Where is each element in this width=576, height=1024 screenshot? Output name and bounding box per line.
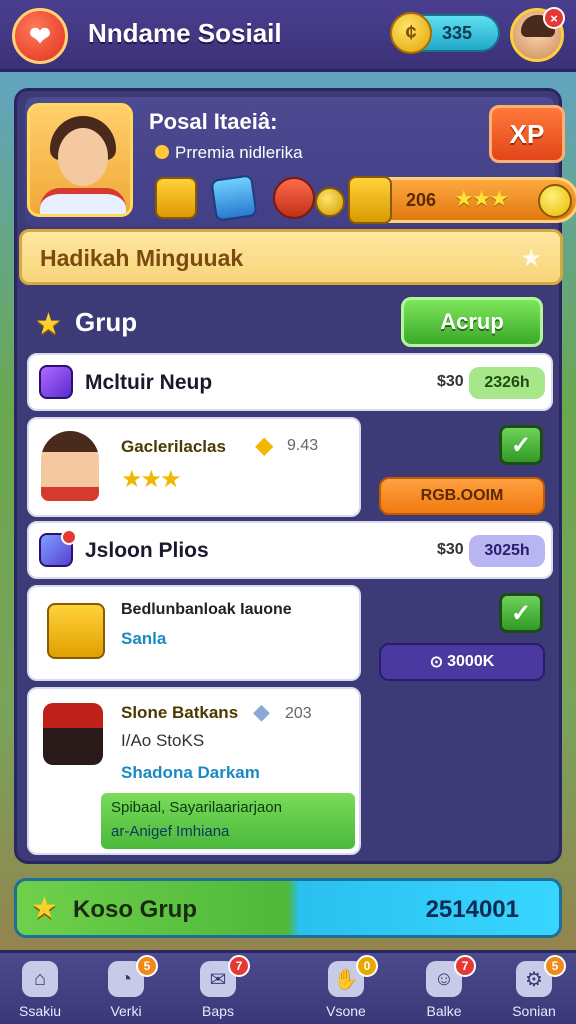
check-icon[interactable]: ✓ [499, 593, 543, 633]
gem-icon [39, 365, 73, 399]
group-action-button[interactable]: Acrup [401, 297, 543, 347]
nav-item-sonian[interactable]: ⚙ 5 Sonian [494, 955, 574, 1023]
bottom-nav: ⌂ Ssakiu ◔ 5 Verki ✉ 7 Baps ✋ 0 Vsone ☺ … [0, 950, 576, 1024]
profile-photo[interactable] [27, 103, 133, 217]
row-banner: Spibaal, Sayarilaariarjaon ar-Anigef Imh… [101, 793, 355, 849]
character-avatar [41, 431, 99, 501]
nav-label: Verki [110, 1003, 142, 1019]
xp-button[interactable]: XP [489, 105, 565, 163]
weekly-reward-banner[interactable]: Hadikah Minguuak ★ [19, 229, 563, 285]
row-title: Jsloon Plios [85, 539, 209, 562]
row-stars: ★★★ [121, 466, 182, 493]
character-avatar [43, 703, 103, 765]
group-total-bar[interactable]: ★ Koso Grup 2514001 [14, 878, 562, 938]
list-item[interactable]: Slone Batkans ◆ 203 I/Ao StoKS Shadona D… [27, 687, 361, 855]
row-title: Slone Batkans [121, 703, 239, 722]
gem-icon: ◆ [253, 699, 270, 724]
profile-card: Posal Itaeiâ: Prremia nidlerika XP 206 ★… [25, 97, 576, 227]
avatar[interactable]: × [510, 7, 565, 62]
group-label: Koso Grup [73, 896, 197, 923]
app-logo-icon[interactable]: ❤ [12, 8, 68, 64]
profile-subtitle-text: Prremia nidlerika [175, 143, 303, 162]
nav-item-vsone[interactable]: ✋ 0 Vsone [306, 955, 386, 1023]
section-title: Grup [75, 307, 138, 337]
barrel-icon [348, 176, 392, 224]
row-banner-text: Spibaal, Sayarilaariarjaon [111, 799, 282, 816]
row-action-button[interactable]: RGB.OOIM [379, 477, 545, 515]
star-icon: ★ [35, 308, 62, 341]
nav-item-ssakiu[interactable]: ⌂ Ssakiu [0, 959, 80, 1023]
list-item[interactable]: Gaclerilaclas ◆ 9.43 ★★★ [27, 417, 361, 517]
nav-item-verki[interactable]: ◔ 5 Verki [86, 955, 166, 1023]
profile-shirt [40, 188, 126, 214]
top-bar: ❤ Nndame Sosiail ¢ 335 × [0, 0, 576, 72]
row-action-button[interactable]: ⊙ 3000K [379, 643, 545, 681]
notification-badge: 7 [228, 955, 250, 977]
coin-balance[interactable]: ¢ 335 [390, 12, 500, 54]
home-icon: ⌂ [22, 961, 58, 997]
emoji-icon [538, 184, 572, 218]
row-subtitle: Shadona Darkam [121, 763, 260, 782]
row-value[interactable]: 3025h [469, 535, 545, 567]
row-price: $30 [437, 373, 464, 390]
star-icon: ★ [520, 245, 542, 272]
close-icon[interactable]: × [543, 7, 565, 29]
row-meta: 9.43 [287, 437, 319, 454]
star-icon: ★ [31, 892, 58, 925]
row-value[interactable]: 2326h [469, 367, 545, 399]
clock-icon: ⊙ [429, 654, 444, 671]
nav-label: Ssakiu [18, 1003, 62, 1019]
profile-face [58, 128, 108, 186]
reward-bar[interactable]: 206 ★★★ [348, 176, 576, 224]
gem-icon [39, 529, 77, 567]
nav-label: Vsone [326, 1003, 366, 1019]
notification-badge: 0 [356, 955, 378, 977]
main-panel: Posal Itaeiâ: Prremia nidlerika XP 206 ★… [14, 88, 576, 864]
row-title: Gaclerilaclas [121, 437, 226, 456]
reward-value: 206 [406, 190, 437, 210]
list-item[interactable]: Bedlunbanloak Iauone Sanla [27, 585, 361, 681]
chest-icon[interactable] [155, 177, 197, 219]
nav-item-balke[interactable]: ☺ 7 Balke [404, 955, 484, 1023]
row-title: Bedlunbanloak Iauone [121, 601, 292, 618]
coin-icon[interactable] [315, 187, 345, 217]
reward-stars: ★★★ [454, 186, 509, 211]
gift-box-icon[interactable] [210, 174, 258, 222]
diamond-icon: ◆ [255, 432, 274, 459]
gift-box-icon [47, 603, 105, 659]
coin-value: 335 [442, 23, 473, 43]
app-title: Nndame Sosiail [88, 18, 282, 48]
notification-badge: 7 [454, 955, 476, 977]
profile-subtitle: Prremia nidlerika [155, 143, 303, 163]
notification-badge: 5 [544, 955, 566, 977]
row-banner-text-2: ar-Anigef Imhiana [111, 823, 230, 840]
group-value: 2514001 [425, 896, 519, 923]
row-price: $30 [437, 541, 464, 558]
notification-badge: 5 [136, 955, 158, 977]
row-title: Mcltuir Neup [85, 371, 213, 394]
nav-label: Baps [202, 1003, 234, 1019]
nav-item-baps[interactable]: ✉ 7 Baps [178, 955, 258, 1023]
row-action-label: 3000K [447, 653, 495, 670]
nav-label: Balke [426, 1003, 462, 1019]
profile-name: Posal Itaeiâ: [149, 109, 278, 134]
nav-label: Sonian [512, 1003, 556, 1019]
row-line2: I/Ao StoKS [121, 731, 205, 750]
row-meta: 203 [285, 705, 312, 722]
coin-icon: ¢ [390, 12, 432, 54]
list-item[interactable]: Jsloon Plios $30 3025h [27, 521, 553, 579]
banner-text: Hadikah Minguuak [40, 245, 244, 271]
row-subtitle: Sanla [121, 629, 167, 648]
check-icon[interactable]: ✓ [499, 425, 543, 465]
bomb-icon[interactable] [273, 177, 315, 219]
list-item[interactable]: Mcltuir Neup $30 2326h [27, 353, 553, 411]
coin-dot-icon [155, 145, 169, 159]
inventory-items [155, 174, 375, 223]
